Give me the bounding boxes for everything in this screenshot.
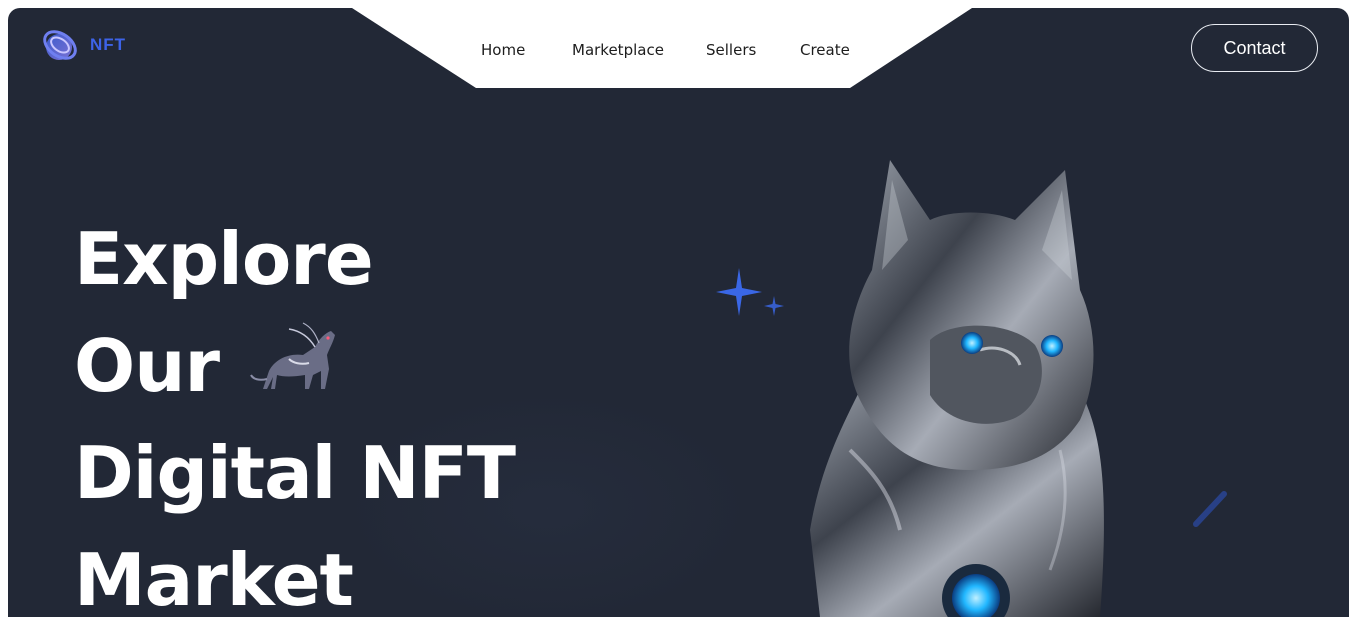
brand-logo[interactable]: NFT bbox=[40, 27, 126, 65]
hero-line-1: Explore bbox=[74, 217, 374, 301]
nav-marketplace-link[interactable]: Marketplace bbox=[572, 41, 664, 59]
blue-streak-icon bbox=[1193, 491, 1227, 527]
hero-line-2-row: Our bbox=[74, 313, 515, 420]
hero-line-3: Digital NFT bbox=[74, 431, 516, 515]
nav-sellers-link[interactable]: Sellers bbox=[706, 41, 756, 59]
hero-line-2: Our bbox=[74, 324, 220, 408]
brand-name: NFT bbox=[90, 35, 127, 54]
hero-line-4: Market bbox=[74, 538, 354, 617]
chrome-dog-statue-image bbox=[810, 160, 1104, 617]
nav-create-link[interactable]: Create bbox=[800, 41, 850, 59]
contact-button[interactable]: Contact bbox=[1191, 24, 1318, 72]
nav-home-link[interactable]: Home bbox=[481, 41, 525, 59]
hero-headline: Explore Our Digital NFT Market bbox=[74, 206, 516, 617]
main-nav: Home Marketplace Sellers Create bbox=[0, 30, 1349, 70]
ringed-planet-logo-icon bbox=[43, 30, 77, 60]
robotic-creature-icon bbox=[250, 322, 335, 389]
